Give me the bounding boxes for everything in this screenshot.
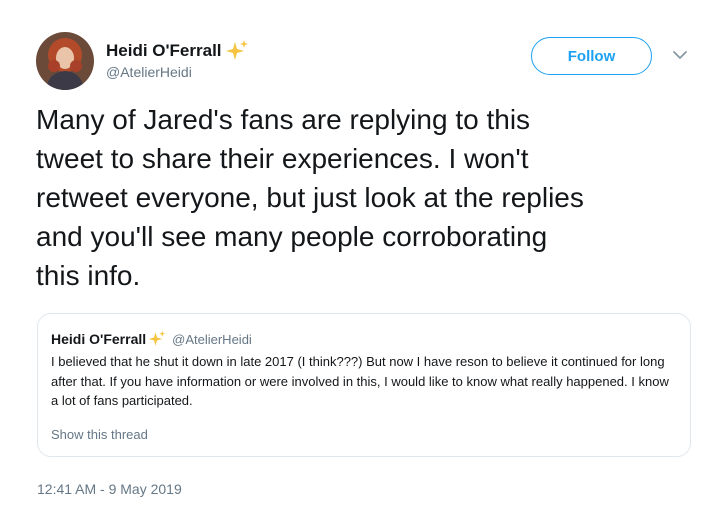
sparkles-icon (225, 40, 248, 60)
follow-button[interactable]: Follow (531, 37, 652, 75)
quoted-author-handle: @AtelierHeidi (172, 331, 252, 347)
author-name-row[interactable]: Heidi O'Ferrall (106, 39, 249, 63)
quoted-tweet-header: Heidi O'Ferrall @AtelierHeidi (51, 330, 252, 348)
chevron-down-icon[interactable] (672, 49, 688, 61)
quoted-tweet[interactable]: Heidi O'Ferrall @AtelierHeidi I believed… (37, 313, 691, 457)
avatar-image (36, 32, 94, 90)
quoted-tweet-text: I believed that he shut it down in late … (51, 354, 669, 408)
tweet-card: Heidi O'Ferrall @AtelierHeidi Follow Man… (0, 0, 720, 507)
tweet-text: Many of Jared's fans are replying to thi… (36, 104, 584, 291)
author-handle[interactable]: @AtelierHeidi (106, 64, 192, 80)
avatar[interactable] (36, 32, 94, 90)
tweet-timestamp[interactable]: 12:41 AM - 9 May 2019 (37, 481, 182, 497)
quoted-author-name: Heidi O'Ferrall (51, 331, 147, 347)
author-display-name[interactable]: Heidi O'Ferrall (106, 41, 222, 61)
show-thread-link[interactable]: Show this thread (51, 427, 148, 442)
sparkles-icon (148, 330, 166, 346)
